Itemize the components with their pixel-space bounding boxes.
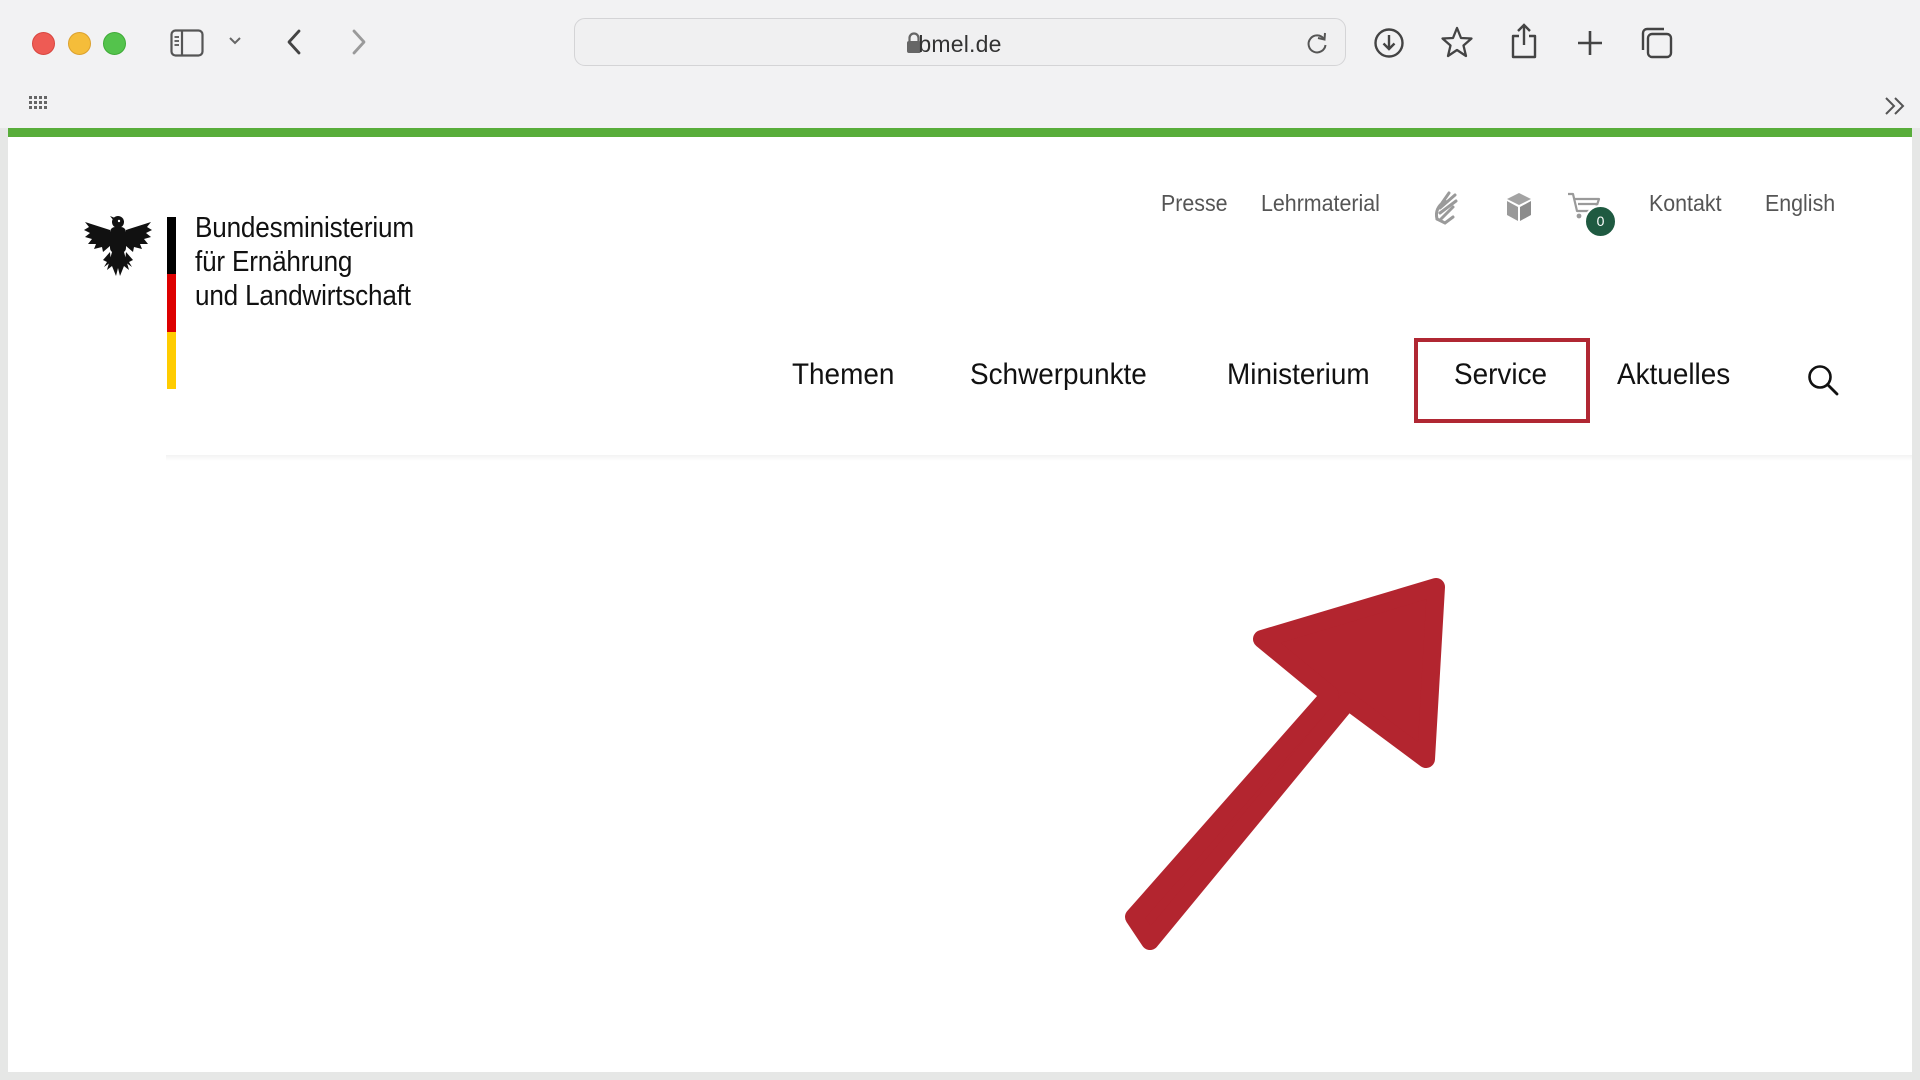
sign-language-icon[interactable] bbox=[1431, 189, 1461, 225]
forward-icon[interactable] bbox=[350, 28, 368, 56]
meta-link-lehrmaterial[interactable]: Lehrmaterial bbox=[1261, 190, 1380, 217]
address-bar[interactable]: bmel.de bbox=[574, 18, 1346, 66]
back-icon[interactable] bbox=[285, 28, 303, 56]
close-window-button[interactable] bbox=[32, 32, 55, 55]
apps-grid-icon[interactable] bbox=[29, 96, 49, 110]
bookmark-star-icon[interactable] bbox=[1440, 25, 1474, 59]
web-page: Bundesministerium für Ernährung und Land… bbox=[8, 137, 1912, 1072]
brand-name-line-3[interactable]: und Landwirtschaft bbox=[195, 279, 411, 313]
easy-language-icon[interactable] bbox=[1504, 191, 1534, 223]
brand-name-line-2[interactable]: für Ernährung bbox=[195, 245, 352, 279]
header-divider bbox=[166, 455, 1912, 461]
share-icon[interactable] bbox=[1510, 22, 1538, 60]
download-icon[interactable] bbox=[1373, 27, 1405, 59]
new-tab-icon[interactable] bbox=[1576, 29, 1604, 57]
site-accent-bar bbox=[8, 128, 1912, 137]
annotation-arrow-icon bbox=[1125, 578, 1445, 950]
annotation-highlight-box bbox=[1414, 338, 1590, 423]
main-nav-ministerium[interactable]: Ministerium bbox=[1227, 358, 1370, 392]
minimize-window-button[interactable] bbox=[68, 32, 91, 55]
main-nav-aktuelles[interactable]: Aktuelles bbox=[1617, 358, 1730, 392]
reload-icon[interactable] bbox=[1305, 30, 1329, 56]
brand-name-line-1[interactable]: Bundesministerium bbox=[195, 211, 414, 245]
german-flag-bar bbox=[167, 217, 176, 389]
tab-overview-icon[interactable] bbox=[1640, 26, 1674, 60]
meta-link-kontakt[interactable]: Kontakt bbox=[1649, 190, 1722, 217]
cart-count-badge: 0 bbox=[1584, 205, 1617, 238]
overflow-chevrons-icon[interactable] bbox=[1884, 96, 1906, 116]
meta-link-english[interactable]: English bbox=[1765, 190, 1835, 217]
main-nav-schwerpunkte[interactable]: Schwerpunkte bbox=[970, 358, 1147, 392]
sidebar-icon[interactable] bbox=[170, 29, 204, 57]
meta-link-presse[interactable]: Presse bbox=[1161, 190, 1228, 217]
federal-eagle-logo-icon[interactable] bbox=[83, 212, 153, 278]
chevron-down-icon[interactable] bbox=[228, 36, 242, 46]
url-text: bmel.de bbox=[918, 31, 1002, 57]
browser-toolbar: bmel.de bbox=[0, 0, 1920, 128]
search-icon[interactable] bbox=[1806, 363, 1840, 397]
main-nav-themen[interactable]: Themen bbox=[792, 358, 894, 392]
zoom-window-button[interactable] bbox=[103, 32, 126, 55]
